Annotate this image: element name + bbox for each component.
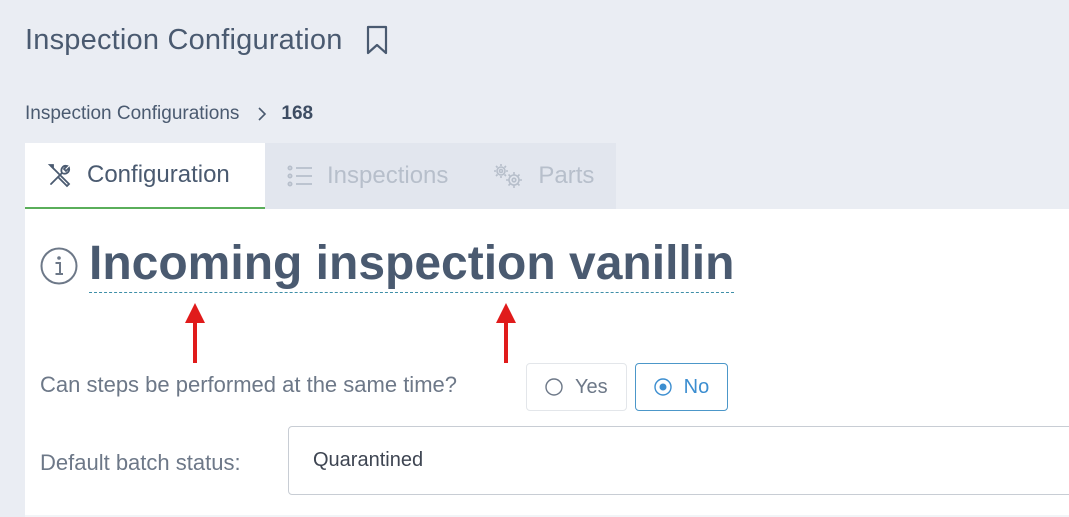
configuration-panel: Incoming inspection vanillin Can steps b… xyxy=(25,209,1069,517)
radio-no[interactable]: No xyxy=(634,363,729,411)
tab-bar: Configuration Inspections Parts xyxy=(25,143,617,209)
breadcrumb: Inspection Configurations 168 xyxy=(25,101,313,127)
tab-label: Inspections xyxy=(327,162,449,189)
parallel-steps-radio-group: Yes No xyxy=(526,363,729,411)
tab-parts[interactable]: Parts xyxy=(470,143,617,209)
tab-inspections[interactable]: Inspections xyxy=(265,143,471,209)
tab-configuration[interactable]: Configuration xyxy=(25,143,265,209)
page-header: Inspection Configuration xyxy=(25,20,389,60)
configuration-name-editable[interactable]: Incoming inspection vanillin xyxy=(89,237,735,293)
list-icon xyxy=(287,165,313,187)
tab-label: Parts xyxy=(538,162,595,189)
info-icon[interactable] xyxy=(39,246,79,286)
breadcrumb-current: 168 xyxy=(281,103,314,124)
page-title: Inspection Configuration xyxy=(25,23,343,56)
tools-icon xyxy=(47,162,73,188)
breadcrumb-link-parent[interactable]: Inspection Configurations xyxy=(25,103,239,125)
radio-checked-icon xyxy=(653,378,672,396)
gears-icon xyxy=(492,162,524,190)
parallel-steps-label: Can steps be performed at the same time? xyxy=(40,372,457,397)
radio-label: No xyxy=(683,375,710,398)
batch-status-select[interactable]: Quarantined xyxy=(288,426,1069,495)
batch-status-value: Quarantined xyxy=(313,449,424,471)
radio-yes[interactable]: Yes xyxy=(526,363,627,411)
batch-status-label: Default batch status: xyxy=(40,450,241,475)
bookmark-icon[interactable] xyxy=(365,25,389,55)
annotation-arrow-up-icon xyxy=(185,303,205,363)
radio-label: Yes xyxy=(575,375,608,398)
annotation-arrow-up-icon xyxy=(496,303,516,363)
radio-unchecked-icon xyxy=(545,378,563,396)
tab-label: Configuration xyxy=(87,161,230,188)
chevron-right-icon xyxy=(257,106,267,122)
